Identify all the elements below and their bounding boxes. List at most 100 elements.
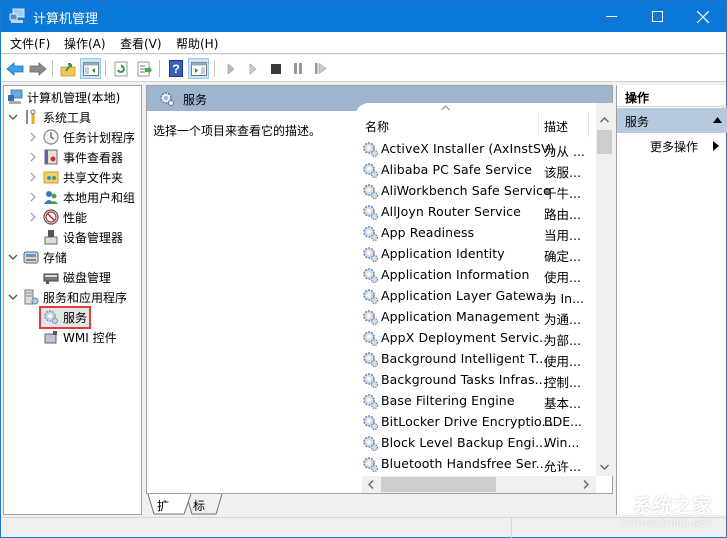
users-icon: [44, 191, 58, 204]
export-list-button[interactable]: [134, 58, 155, 79]
tree-item-system-tools[interactable]: 系统工具: [7, 107, 91, 127]
menu-view[interactable]: 查看(V): [120, 35, 162, 52]
back-button[interactable]: [4, 58, 25, 79]
scroll-down-button[interactable]: [596, 458, 613, 475]
scroll-up-button[interactable]: [596, 111, 613, 128]
chevron-down-icon[interactable]: [7, 111, 19, 123]
start-service-alt-button[interactable]: [242, 58, 263, 79]
service-gear-icon: [362, 330, 379, 350]
service-name: Alibaba PC Safe Service: [381, 162, 533, 177]
tree-item-disk-management[interactable]: 磁盘管理: [43, 267, 111, 287]
chevron-up-icon: [600, 116, 609, 122]
service-description: 确定...: [544, 249, 581, 264]
show-hide-action-pane-button[interactable]: [188, 58, 209, 79]
submenu-arrow-icon[interactable]: [713, 141, 719, 151]
close-button[interactable]: [680, 1, 726, 32]
service-description: 该服...: [544, 165, 581, 180]
tree-item-shared-folders[interactable]: 共享文件夹: [27, 167, 123, 187]
column-header-name[interactable]: 名称: [365, 118, 389, 135]
service-row[interactable]: AliWorkbench Safe Service 千牛...: [355, 181, 592, 202]
tree-item-label: 服务: [63, 310, 88, 325]
service-row[interactable]: Application Identity 确定...: [355, 244, 592, 265]
horizontal-scroll-thumb[interactable]: [381, 477, 496, 492]
service-gear-icon: [362, 183, 379, 203]
vertical-scrollbar[interactable]: [596, 103, 613, 476]
tree-item-services[interactable]: 服务: [38, 305, 92, 329]
tree-item-device-manager[interactable]: 设备管理器: [43, 227, 123, 247]
column-header-description[interactable]: 描述: [544, 118, 568, 135]
tree-item-services-and-applications[interactable]: 服务和应用程序: [7, 287, 127, 307]
tab-extended[interactable]: 扩展: [157, 494, 169, 530]
service-row[interactable]: ActiveX Installer (AxInstSV) 为从 ...: [355, 139, 592, 160]
toolbar-separator: [159, 60, 160, 77]
service-row[interactable]: Alibaba PC Safe Service 该服...: [355, 160, 592, 181]
service-row[interactable]: Application Layer Gatewa... 为 In...: [355, 286, 592, 307]
close-icon: [697, 10, 709, 23]
chevron-down-icon[interactable]: [7, 251, 19, 263]
service-name: Application Management: [381, 309, 540, 324]
menu-action[interactable]: 操作(A): [64, 35, 106, 52]
window-title: 计算机管理: [33, 12, 99, 27]
chevron-right-icon[interactable]: [27, 211, 39, 223]
chevron-right-icon[interactable]: [27, 191, 39, 203]
tree-item-computer-management-local[interactable]: 计算机管理(本地): [7, 87, 120, 107]
help-button[interactable]: ?: [165, 58, 186, 79]
pause-service-button[interactable]: [287, 58, 308, 79]
maximize-button[interactable]: [634, 1, 680, 32]
service-row[interactable]: Background Tasks Infras... 控制...: [355, 370, 592, 391]
service-gear-icon: [362, 141, 379, 161]
service-gear-icon: [362, 309, 379, 329]
up-level-button[interactable]: [57, 58, 78, 79]
service-row[interactable]: AppX Deployment Servic... 为部...: [355, 328, 592, 349]
service-row[interactable]: Application Information 使用...: [355, 265, 592, 286]
chevron-right-icon[interactable]: [27, 171, 39, 183]
service-row[interactable]: AllJoyn Router Service 路由...: [355, 202, 592, 223]
tree-item-wmi-control[interactable]: WMI 控件: [43, 327, 117, 347]
service-gear-icon: [362, 162, 379, 182]
stop-service-button[interactable]: [265, 58, 286, 79]
service-gear-icon: [362, 246, 379, 266]
start-service-button[interactable]: [220, 58, 241, 79]
service-row[interactable]: Bluetooth Handsfree Ser... 允许...: [355, 454, 592, 475]
tree-item-task-scheduler[interactable]: 任务计划程序: [27, 127, 135, 147]
chevron-down-icon[interactable]: [7, 291, 19, 303]
resume-service-button[interactable]: [310, 58, 331, 79]
horizontal-scrollbar[interactable]: [362, 476, 596, 493]
menu-file[interactable]: 文件(F): [10, 35, 50, 52]
service-row[interactable]: Application Management 为通...: [355, 307, 592, 328]
pause-service-icon: [293, 63, 302, 74]
service-row[interactable]: BitLocker Drive Encryptio... BDE...: [355, 412, 592, 433]
tree-item-event-viewer[interactable]: 事件查看器: [27, 147, 123, 167]
vertical-scroll-thumb[interactable]: [597, 130, 612, 154]
service-row[interactable]: Background Intelligent T... 使用...: [355, 349, 592, 370]
tree-item-local-users-groups[interactable]: 本地用户和组: [27, 187, 135, 207]
minimize-button[interactable]: [588, 1, 634, 32]
show-hide-console-tree-button[interactable]: [80, 58, 101, 79]
start-service-alt-icon: [249, 62, 256, 75]
scroll-right-button[interactable]: [577, 476, 594, 493]
collapse-up-icon[interactable]: [713, 117, 722, 123]
service-row[interactable]: Base Filtering Engine 基本...: [355, 391, 592, 412]
service-row[interactable]: App Readiness 当用...: [355, 223, 592, 244]
chevron-right-icon[interactable]: [27, 151, 39, 163]
chevron-right-icon[interactable]: [27, 131, 39, 143]
tree-item-performance[interactable]: 性能: [27, 207, 87, 227]
system-tools-icon: [26, 109, 36, 124]
scroll-left-button[interactable]: [362, 476, 379, 493]
actions-pane: 操作 服务 更多操作: [616, 85, 727, 515]
actions-group-services[interactable]: 服务: [617, 108, 727, 133]
tree-item-storage[interactable]: 存储: [7, 247, 67, 267]
tree-item-label: 共享文件夹: [63, 170, 124, 185]
menu-help[interactable]: 帮助(H): [176, 35, 218, 52]
column-divider[interactable]: [588, 113, 589, 137]
service-description: 为 In...: [544, 291, 585, 306]
refresh-button[interactable]: [110, 58, 131, 79]
service-name: Bluetooth Handsfree Ser...: [381, 456, 548, 471]
tree-item-label: 事件查看器: [63, 150, 124, 165]
column-divider[interactable]: [538, 113, 539, 137]
tab-standard[interactable]: 标准: [193, 494, 205, 530]
forward-button[interactable]: [27, 58, 48, 79]
service-row[interactable]: Block Level Backup Engi... Win...: [355, 433, 592, 454]
more-actions-item[interactable]: 更多操作: [650, 138, 698, 155]
actions-pane-title: 操作: [617, 85, 727, 107]
